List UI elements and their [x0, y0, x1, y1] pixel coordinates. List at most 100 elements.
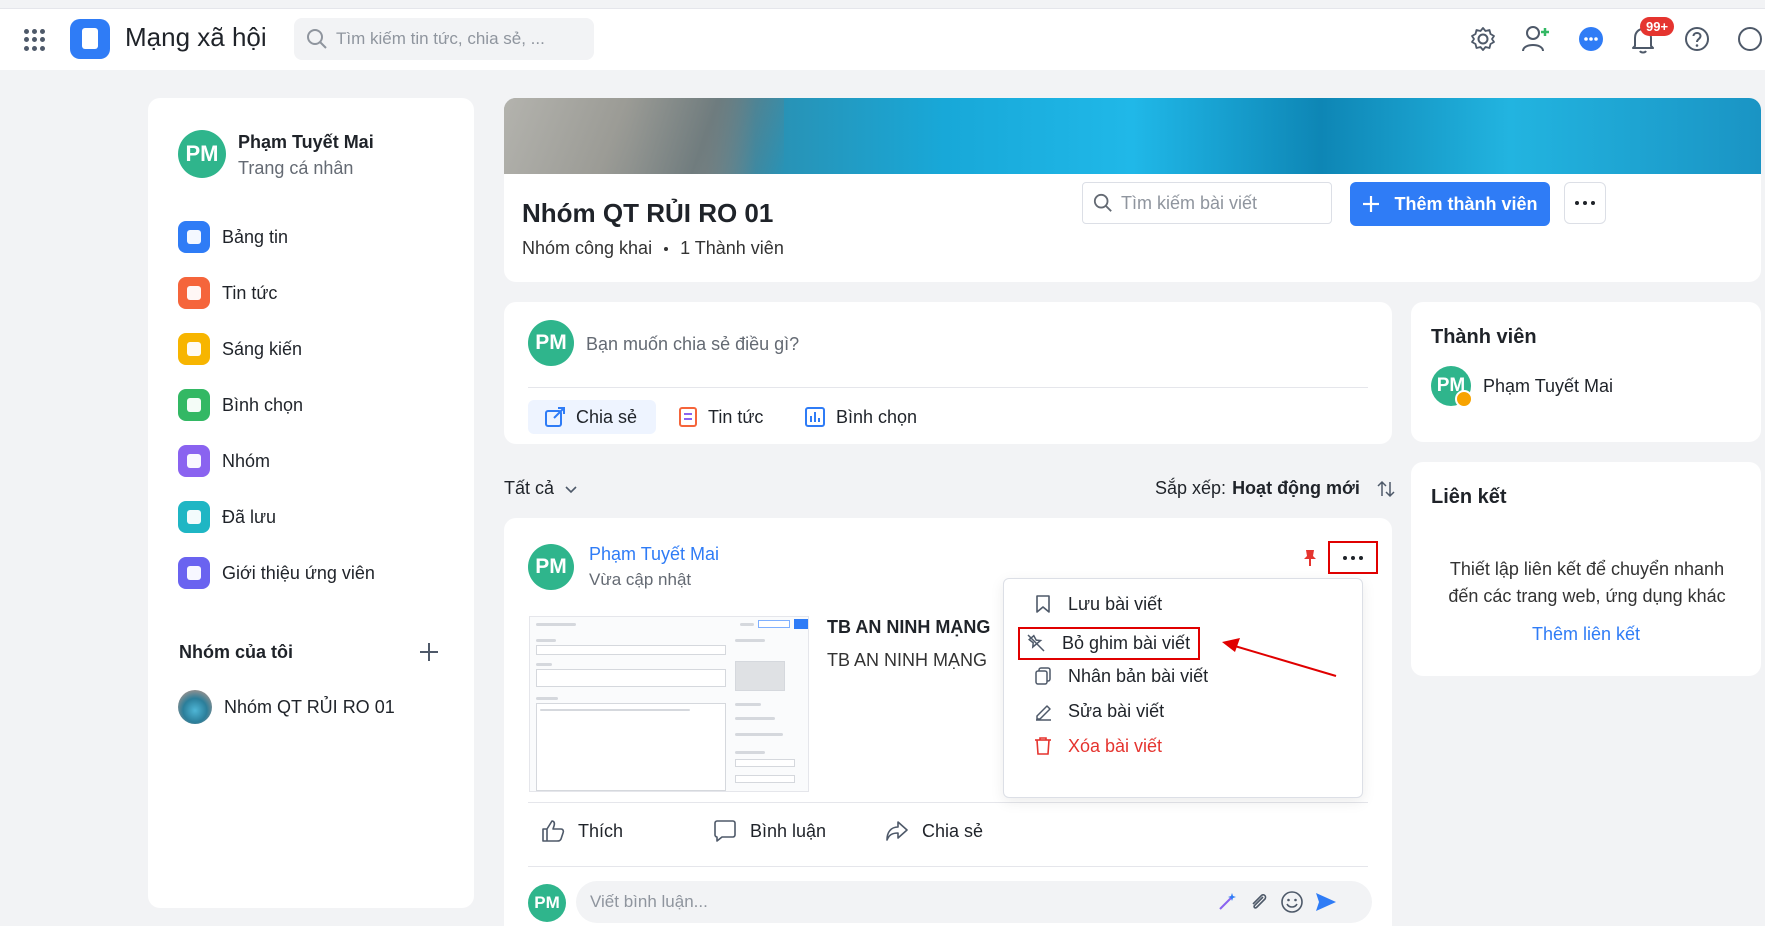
edit-icon	[1036, 705, 1051, 721]
group-member-count[interactable]: 1 Thành viên	[680, 238, 784, 259]
share-edit-icon	[545, 407, 565, 427]
profile-subtitle[interactable]: Trang cá nhân	[238, 158, 353, 179]
composer-tab-label: Bình chọn	[836, 406, 918, 427]
sidebar-item-groups[interactable]: Nhóm	[178, 443, 270, 479]
add-member-label: Thêm thành viên	[1394, 193, 1538, 214]
like-button[interactable]: Thích	[540, 818, 623, 844]
more-dots-icon	[1343, 555, 1363, 560]
ai-sparkle-icon[interactable]	[1216, 891, 1238, 913]
notification-badge: 99+	[1640, 17, 1675, 36]
my-groups-title: Nhóm của tôi	[179, 642, 294, 662]
post-author-name[interactable]: Phạm Tuyết Mai	[589, 544, 719, 565]
search-icon	[307, 29, 327, 49]
my-group-item[interactable]: Nhóm QT RỦI RO 01	[178, 690, 395, 724]
plus-icon	[1363, 196, 1380, 212]
comment-placeholder: Viết bình luận...	[590, 892, 708, 911]
annotation-arrow	[1222, 638, 1337, 677]
more-dots-icon	[1575, 201, 1595, 205]
menu-item-unpin[interactable]: Bỏ ghim bài viết	[1026, 628, 1190, 658]
comment-label: Bình luận	[750, 820, 827, 841]
composer-input[interactable]: Bạn muốn chia sẻ điều gì?	[586, 334, 799, 355]
comment-input[interactable]: Viết bình luận...	[576, 881, 1372, 923]
menu-item-label: Xóa bài viết	[1068, 735, 1163, 756]
sidebar-item-feed[interactable]: Bảng tin	[178, 219, 288, 255]
members-panel: Thành viên PM Phạm Tuyết Mai	[1411, 302, 1761, 442]
composer-tab-label: Chia sẻ	[576, 406, 638, 427]
poll-icon	[805, 407, 825, 427]
post-time: Vừa cập nhật	[589, 570, 692, 589]
sort-value: Hoạt động mới	[1232, 478, 1360, 498]
power-icon[interactable]	[1737, 26, 1763, 52]
feed-icon	[178, 221, 210, 253]
share-button[interactable]: Chia sẻ	[884, 818, 983, 844]
share-label: Chia sẻ	[922, 820, 984, 841]
profile-avatar[interactable]: PM	[178, 130, 226, 178]
post-divider	[528, 802, 1368, 803]
sidebar-item-candidates[interactable]: Giới thiệu ứng viên	[178, 555, 375, 591]
sidebar-item-label: Sáng kiến	[222, 338, 303, 359]
global-search-input[interactable]: Tìm kiếm tin tức, chia sẻ, ...	[294, 18, 594, 60]
sidebar-item-label: Giới thiệu ứng viên	[222, 562, 375, 583]
unpin-icon	[1027, 634, 1045, 652]
app-logo[interactable]	[70, 19, 110, 59]
lightbulb-icon	[178, 333, 210, 365]
help-icon[interactable]	[1684, 26, 1710, 52]
sidebar-item-polls[interactable]: Bình chọn	[178, 387, 303, 423]
sort-control[interactable]: Sắp xếp: Hoạt động mới	[1155, 478, 1396, 499]
left-sidebar: PM Phạm Tuyết Mai Trang cá nhân Bảng tin…	[148, 98, 474, 908]
menu-item-duplicate[interactable]: Nhân bản bài viết	[1034, 661, 1208, 691]
post-image[interactable]	[529, 616, 809, 792]
composer-tab-poll[interactable]: Bình chọn	[792, 400, 917, 434]
composer-tab-share[interactable]: Chia sẻ	[528, 400, 656, 434]
composer-tab-news[interactable]: Tin tức	[666, 400, 763, 434]
send-icon[interactable]	[1314, 890, 1338, 914]
post-search-input[interactable]: Tìm kiếm bài viết	[1082, 182, 1332, 224]
profile-name[interactable]: Phạm Tuyết Mai	[238, 132, 374, 153]
app-grid-icon[interactable]	[24, 29, 46, 51]
group-cover-image	[504, 98, 1761, 174]
sort-prefix: Sắp xếp:	[1155, 478, 1227, 498]
emoji-icon[interactable]	[1280, 890, 1304, 914]
menu-item-delete[interactable]: Xóa bài viết	[1034, 731, 1162, 761]
menu-item-save[interactable]: Lưu bài viết	[1034, 589, 1162, 619]
messenger-icon[interactable]	[1577, 25, 1605, 53]
comment-button[interactable]: Bình luận	[712, 818, 826, 844]
post-context-menu: Lưu bài viết Bỏ ghim bài viết Nhân bản b…	[1003, 578, 1363, 798]
menu-item-edit[interactable]: Sửa bài viết	[1034, 696, 1164, 726]
thumbs-up-icon	[542, 820, 565, 842]
settings-gear-icon[interactable]	[1470, 26, 1496, 52]
links-description: Thiết lập liên kết để chuyển nhanh đến c…	[1448, 559, 1726, 606]
trash-icon	[1035, 737, 1051, 755]
post-more-button[interactable]	[1328, 541, 1378, 574]
add-user-icon[interactable]	[1521, 24, 1551, 54]
news-icon	[679, 407, 697, 427]
post-search-placeholder: Tìm kiếm bài viết	[1121, 193, 1258, 213]
composer-avatar: PM	[528, 320, 574, 366]
feed-filter-dropdown[interactable]: Tất cả	[504, 478, 578, 499]
post-author-avatar[interactable]: PM	[528, 544, 574, 590]
comment-divider	[528, 866, 1368, 867]
group-header: Nhóm QT RỦI RO 01 Nhóm công khai 1 Thành…	[504, 174, 1761, 282]
menu-item-label: Nhân bản bài viết	[1068, 665, 1209, 686]
add-member-button[interactable]: Thêm thành viên	[1350, 182, 1550, 226]
sidebar-item-saved[interactable]: Đã lưu	[178, 499, 276, 535]
sidebar-item-label: Đã lưu	[222, 506, 277, 527]
plus-icon[interactable]	[418, 641, 440, 663]
group-name: Nhóm QT RỦI RO 01	[224, 696, 395, 717]
global-search-placeholder: Tìm kiếm tin tức, chia sẻ, ...	[336, 29, 545, 48]
separator-dot	[664, 246, 669, 251]
add-link-button[interactable]: Thêm liên kết	[1411, 624, 1761, 645]
attachment-icon[interactable]	[1248, 891, 1270, 913]
search-icon	[1093, 193, 1112, 212]
sidebar-item-label: Bảng tin	[222, 226, 289, 247]
composer-tab-label: Tin tức	[708, 406, 764, 427]
sidebar-item-news[interactable]: Tin tức	[178, 275, 277, 311]
poll-icon	[178, 389, 210, 421]
sidebar-item-initiatives[interactable]: Sáng kiến	[178, 331, 302, 367]
bookmark-icon	[1036, 595, 1050, 613]
app-title: Mạng xã hội	[125, 22, 267, 52]
group-more-button[interactable]	[1564, 182, 1606, 224]
group-thumbnail	[178, 690, 212, 724]
pin-icon	[1304, 550, 1316, 566]
member-name: Phạm Tuyết Mai	[1483, 375, 1614, 396]
